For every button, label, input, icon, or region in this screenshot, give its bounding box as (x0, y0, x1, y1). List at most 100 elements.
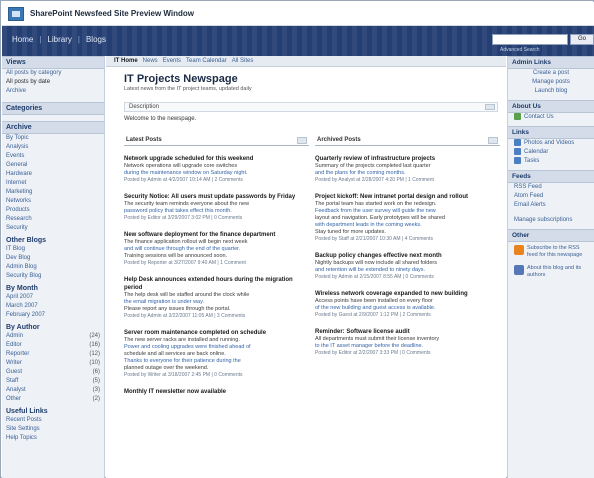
tab-team-calendar[interactable]: Team Calendar (186, 58, 227, 64)
post-body-line: The help desk will be staffed around the… (124, 292, 250, 298)
archive-item[interactable]: General (2, 161, 104, 170)
archive-item[interactable]: Internet (2, 179, 104, 188)
top-navigation: Home | Library | Blogs Go Advanced Searc… (2, 26, 594, 56)
post-body-line: The portal team has started work on the … (315, 201, 437, 207)
post-title[interactable]: Network upgrade scheduled for this weeke… (124, 155, 309, 163)
author-item-count: (2) (92, 396, 100, 402)
nav-link-blogs[interactable]: Blogs (86, 35, 106, 44)
feed-link[interactable]: Email Alerts (508, 201, 594, 210)
author-item[interactable]: Analyst (3) (2, 386, 104, 395)
tab-news[interactable]: News (143, 58, 158, 64)
useful-link-item[interactable]: Site Settings (2, 425, 104, 434)
search-input[interactable] (492, 34, 568, 45)
views-header: Views (2, 56, 104, 69)
author-item-label: Other (6, 396, 22, 402)
post-meta: Posted by Admin at 2/15/2007 8:55 AM | 0… (315, 274, 434, 280)
archive-item[interactable]: Networks (2, 197, 104, 206)
edit-description-button[interactable] (485, 104, 495, 110)
post-title[interactable]: Server room maintenance completed on sch… (124, 329, 309, 337)
feed-link[interactable]: RSS Feed (508, 183, 594, 192)
archive-item[interactable]: Products (2, 206, 104, 215)
rss-block[interactable]: Subscribe to the RSS feed for this newsp… (508, 242, 594, 262)
post-title[interactable]: Wireless network coverage expanded to ne… (315, 290, 500, 298)
about-blog-block[interactable]: About this blog and its authors (508, 262, 594, 282)
post-body-line: during the maintenance window on Saturda… (124, 170, 248, 176)
archive-item[interactable]: Hardware (2, 170, 104, 179)
post-meta: Posted by Analyst at 2/28/2007 4:20 PM |… (315, 177, 434, 183)
contact-link[interactable]: Contact Us (508, 113, 594, 122)
post-meta: Posted by Reporter at 3/27/2007 9:40 AM … (124, 260, 246, 266)
post-meta: Posted by Editor at 2/2/2007 3:33 PM | 0… (315, 350, 431, 356)
view-label: All posts by category (6, 70, 62, 76)
post-item: Backup policy changes effective next mon… (315, 252, 500, 281)
month-item[interactable]: February 2007 (2, 311, 104, 320)
feed-link[interactable]: Atom Feed (508, 192, 594, 201)
left-sidebar: Views All posts by category All posts by… (2, 56, 105, 478)
useful-link-item[interactable]: Help Topics (2, 434, 104, 443)
latest-posts-menu-button[interactable] (297, 137, 307, 144)
archive-item[interactable]: Research (2, 215, 104, 224)
nav-link-home[interactable]: Home (12, 35, 33, 44)
links-item[interactable]: Calendar (508, 148, 594, 157)
other-blog-item[interactable]: IT Blog (2, 245, 104, 254)
post-item: Monthly IT newsletter now available (124, 388, 309, 396)
links-label: Calendar (524, 149, 549, 156)
nav-links: Home | Library | Blogs (12, 35, 106, 44)
nav-link-library[interactable]: Library (47, 35, 71, 44)
author-item[interactable]: Writer (10) (2, 359, 104, 368)
advanced-search-link[interactable]: Advanced Search (500, 47, 539, 53)
useful-link-item-label: Recent Posts (6, 417, 42, 423)
author-item[interactable]: Reporter (12) (2, 350, 104, 359)
admin-link[interactable]: Manage posts (508, 78, 594, 87)
useful-links-list: Recent Posts Site Settings Help Topics (2, 416, 104, 443)
tab-events[interactable]: Events (163, 58, 181, 64)
archive-item[interactable]: Analysis (2, 143, 104, 152)
author-item[interactable]: Staff (5) (2, 377, 104, 386)
archived-posts-menu-button[interactable] (488, 137, 498, 144)
post-title[interactable]: Project kickoff: New intranet portal des… (315, 193, 500, 201)
author-item[interactable]: Other (2) (2, 395, 104, 404)
tab-all-sites[interactable]: All Sites (232, 58, 254, 64)
post-title[interactable]: Backup policy changes effective next mon… (315, 252, 500, 260)
post-columns: Latest Posts Network upgrade scheduled f… (124, 136, 500, 396)
month-item[interactable]: March 2007 (2, 302, 104, 311)
post-title[interactable]: Reminder: Software license audit (315, 328, 500, 336)
post-title[interactable]: Quarterly review of infrastructure proje… (315, 155, 500, 163)
author-item[interactable]: Guest (6) (2, 368, 104, 377)
post-title[interactable]: Monthly IT newsletter now available (124, 388, 309, 396)
other-blog-item-label: Dev Blog (6, 255, 31, 261)
links-item[interactable]: Photos and Videos (508, 139, 594, 148)
view-link[interactable]: All posts by date (2, 78, 104, 87)
post-meta: Posted by Admin at 4/2/2007 10:14 AM | 2… (124, 177, 243, 183)
archive-item[interactable]: By Topic (2, 134, 104, 143)
archive-item[interactable]: Marketing (2, 188, 104, 197)
post-body-line: The finance application rollout will beg… (124, 239, 248, 245)
useful-link-item[interactable]: Recent Posts (2, 416, 104, 425)
post-body-line: The new server racks are installed and r… (124, 337, 240, 343)
by-month-header: By Month (6, 285, 38, 292)
links-item[interactable]: Tasks (508, 157, 594, 166)
post-title[interactable]: Help Desk announces extended hours durin… (124, 276, 309, 292)
view-link[interactable]: Archive (2, 87, 104, 96)
search-go-button[interactable]: Go (570, 34, 594, 45)
admin-link[interactable]: Launch blog (508, 87, 594, 96)
view-link[interactable]: All posts by category (2, 69, 104, 78)
post-body-line: with department leads in the coming week… (315, 222, 422, 228)
month-item[interactable]: April 2007 (2, 293, 104, 302)
archive-item[interactable]: Security (2, 224, 104, 233)
other-blog-item[interactable]: Security Blog (2, 272, 104, 281)
author-item[interactable]: Admin (24) (2, 332, 104, 341)
author-item-label: Staff (6, 378, 19, 384)
manage-subscriptions-link[interactable]: Manage subscriptions (508, 216, 594, 225)
post-body-line: the email migration is under way. (124, 299, 204, 305)
author-item[interactable]: Editor (16) (2, 341, 104, 350)
post-title[interactable]: New software deployment for the finance … (124, 231, 309, 239)
admin-link[interactable]: Create a post (508, 69, 594, 78)
other-blogs-header: Other Blogs (6, 237, 47, 244)
post-title[interactable]: Security Notice: All users must update p… (124, 193, 309, 201)
archive-item[interactable]: Events (2, 152, 104, 161)
about-blog-text: About this blog and its authors (527, 265, 582, 279)
other-blog-item[interactable]: Admin Blog (2, 263, 104, 272)
tab-it-home[interactable]: IT Home (114, 58, 138, 64)
other-blog-item[interactable]: Dev Blog (2, 254, 104, 263)
